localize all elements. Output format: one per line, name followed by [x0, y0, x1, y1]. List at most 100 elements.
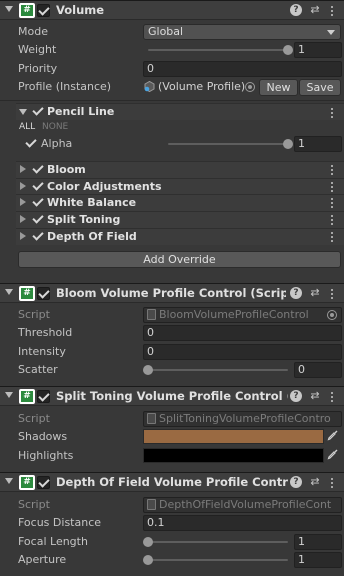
override-name: Bloom: [47, 163, 86, 176]
alpha-field[interactable]: 1: [294, 136, 342, 152]
kebab-menu-icon[interactable]: [330, 164, 334, 176]
override-enabled-checkbox[interactable]: [32, 180, 44, 192]
bloom-control-enabled-checkbox[interactable]: [37, 287, 50, 300]
scatter-label: Scatter: [18, 363, 58, 376]
help-icon[interactable]: ?: [290, 287, 302, 299]
divider: [0, 100, 344, 101]
scatter-slider-track[interactable]: [148, 369, 288, 371]
dof-control-header[interactable]: # Depth Of Field Volume Profile Control …: [0, 472, 344, 492]
component-title: Depth Of Field Volume Profile Control (S…: [56, 475, 288, 489]
foldout-arrow-icon[interactable]: [5, 478, 13, 484]
presets-icon[interactable]: ⇄: [309, 390, 321, 402]
priority-field[interactable]: 0: [143, 61, 342, 77]
bloom-control-header[interactable]: # Bloom Volume Profile Control (Script) …: [0, 283, 344, 303]
component-title: Volume: [56, 3, 105, 17]
all-toggle[interactable]: ALL: [19, 122, 35, 132]
foldout-arrow-icon[interactable]: [5, 6, 13, 12]
aperture-slider-track[interactable]: [148, 559, 288, 561]
foldout-arrow-icon[interactable]: [20, 165, 26, 173]
kebab-menu-icon[interactable]: [330, 477, 334, 489]
script-file-icon: [147, 309, 156, 320]
threshold-field[interactable]: 0: [143, 325, 342, 341]
none-toggle[interactable]: NONE: [42, 122, 68, 132]
aperture-field[interactable]: 1: [294, 552, 342, 568]
profile-object-field[interactable]: (Volume Profile): [158, 80, 245, 93]
foldout-arrow-icon[interactable]: [20, 198, 26, 206]
help-icon[interactable]: ?: [290, 390, 302, 402]
script-file-icon: [147, 499, 156, 510]
foldout-arrow-icon[interactable]: [20, 232, 26, 240]
foldout-arrow-icon[interactable]: [5, 392, 13, 398]
mode-dropdown[interactable]: Global: [143, 24, 341, 40]
volume-component-header[interactable]: # Volume ? ⇄: [0, 0, 344, 20]
focal-length-label: Focal Length: [18, 535, 88, 548]
kebab-menu-icon[interactable]: [330, 231, 334, 243]
focal-length-slider-handle[interactable]: [143, 537, 153, 547]
override-enabled-checkbox[interactable]: [32, 230, 44, 242]
weight-field[interactable]: 1: [294, 42, 342, 58]
script-name: DepthOfFieldVolumeProfileCont: [159, 498, 332, 511]
object-picker-icon[interactable]: [245, 82, 255, 92]
script-field: SplitToningVolumeProfileContro: [143, 411, 342, 427]
pencil-line-enabled-checkbox[interactable]: [32, 105, 44, 117]
script-icon: #: [19, 286, 35, 301]
highlights-label: Highlights: [18, 449, 74, 462]
presets-icon[interactable]: ⇄: [309, 476, 321, 488]
focal-length-slider-track[interactable]: [148, 541, 288, 543]
help-icon[interactable]: ?: [290, 476, 302, 488]
presets-icon[interactable]: ⇄: [309, 287, 321, 299]
shadows-color-field[interactable]: [143, 429, 324, 444]
kebab-menu-icon[interactable]: [330, 107, 334, 119]
weight-slider-handle[interactable]: [283, 45, 293, 55]
kebab-menu-icon[interactable]: [330, 197, 334, 209]
volume-enabled-checkbox[interactable]: [37, 4, 50, 17]
focal-length-field[interactable]: 1: [294, 534, 342, 550]
kebab-menu-icon[interactable]: [330, 5, 334, 17]
override-enabled-checkbox[interactable]: [32, 163, 44, 175]
script-name: SplitToningVolumeProfileContro: [159, 412, 331, 425]
alpha-slider-handle[interactable]: [283, 139, 293, 149]
shadows-label: Shadows: [18, 430, 68, 443]
focus-distance-label: Focus Distance: [18, 516, 102, 529]
split-toning-control-enabled-checkbox[interactable]: [37, 390, 50, 403]
kebab-menu-icon[interactable]: [330, 214, 334, 226]
override-name: Color Adjustments: [47, 180, 162, 193]
split-toning-control-header[interactable]: # Split Toning Volume Profile Control (S…: [0, 386, 344, 406]
aperture-label: Aperture: [18, 553, 67, 566]
scatter-field[interactable]: 0: [294, 362, 342, 378]
script-field: DepthOfFieldVolumeProfileCont: [143, 497, 342, 513]
intensity-label: Intensity: [18, 345, 66, 358]
kebab-menu-icon[interactable]: [330, 181, 334, 193]
add-override-button[interactable]: Add Override: [18, 251, 341, 268]
eyedropper-icon[interactable]: [326, 448, 340, 462]
eyedropper-icon[interactable]: [326, 429, 340, 443]
save-profile-button[interactable]: Save: [299, 79, 341, 96]
override-enabled-checkbox[interactable]: [32, 213, 44, 225]
volume-profile-icon: [143, 80, 156, 93]
foldout-arrow-icon[interactable]: [19, 109, 27, 115]
kebab-menu-icon[interactable]: [330, 288, 334, 300]
aperture-slider-handle[interactable]: [143, 555, 153, 565]
mode-label: Mode: [18, 25, 48, 38]
alpha-override-checkbox[interactable]: [25, 137, 37, 149]
script-name: BloomVolumeProfileControl: [159, 308, 309, 321]
weight-slider-track[interactable]: [148, 49, 288, 51]
scatter-slider-handle[interactable]: [143, 365, 153, 375]
foldout-arrow-icon[interactable]: [20, 182, 26, 190]
help-icon[interactable]: ?: [290, 4, 302, 16]
script-label: Script: [18, 412, 50, 425]
weight-label: Weight: [18, 43, 57, 56]
foldout-arrow-icon[interactable]: [20, 215, 26, 223]
mode-value: Global: [148, 25, 184, 38]
foldout-arrow-icon[interactable]: [5, 289, 13, 295]
dof-control-enabled-checkbox[interactable]: [37, 476, 50, 489]
alpha-slider-track[interactable]: [168, 143, 288, 145]
override-enabled-checkbox[interactable]: [32, 196, 44, 208]
override-name: Pencil Line: [47, 105, 115, 118]
new-profile-button[interactable]: New: [259, 79, 298, 96]
presets-icon[interactable]: ⇄: [309, 4, 321, 16]
kebab-menu-icon[interactable]: [330, 391, 334, 403]
intensity-field[interactable]: 0: [143, 344, 342, 360]
highlights-color-field[interactable]: [143, 448, 324, 463]
focus-distance-field[interactable]: 0.1: [143, 515, 342, 531]
